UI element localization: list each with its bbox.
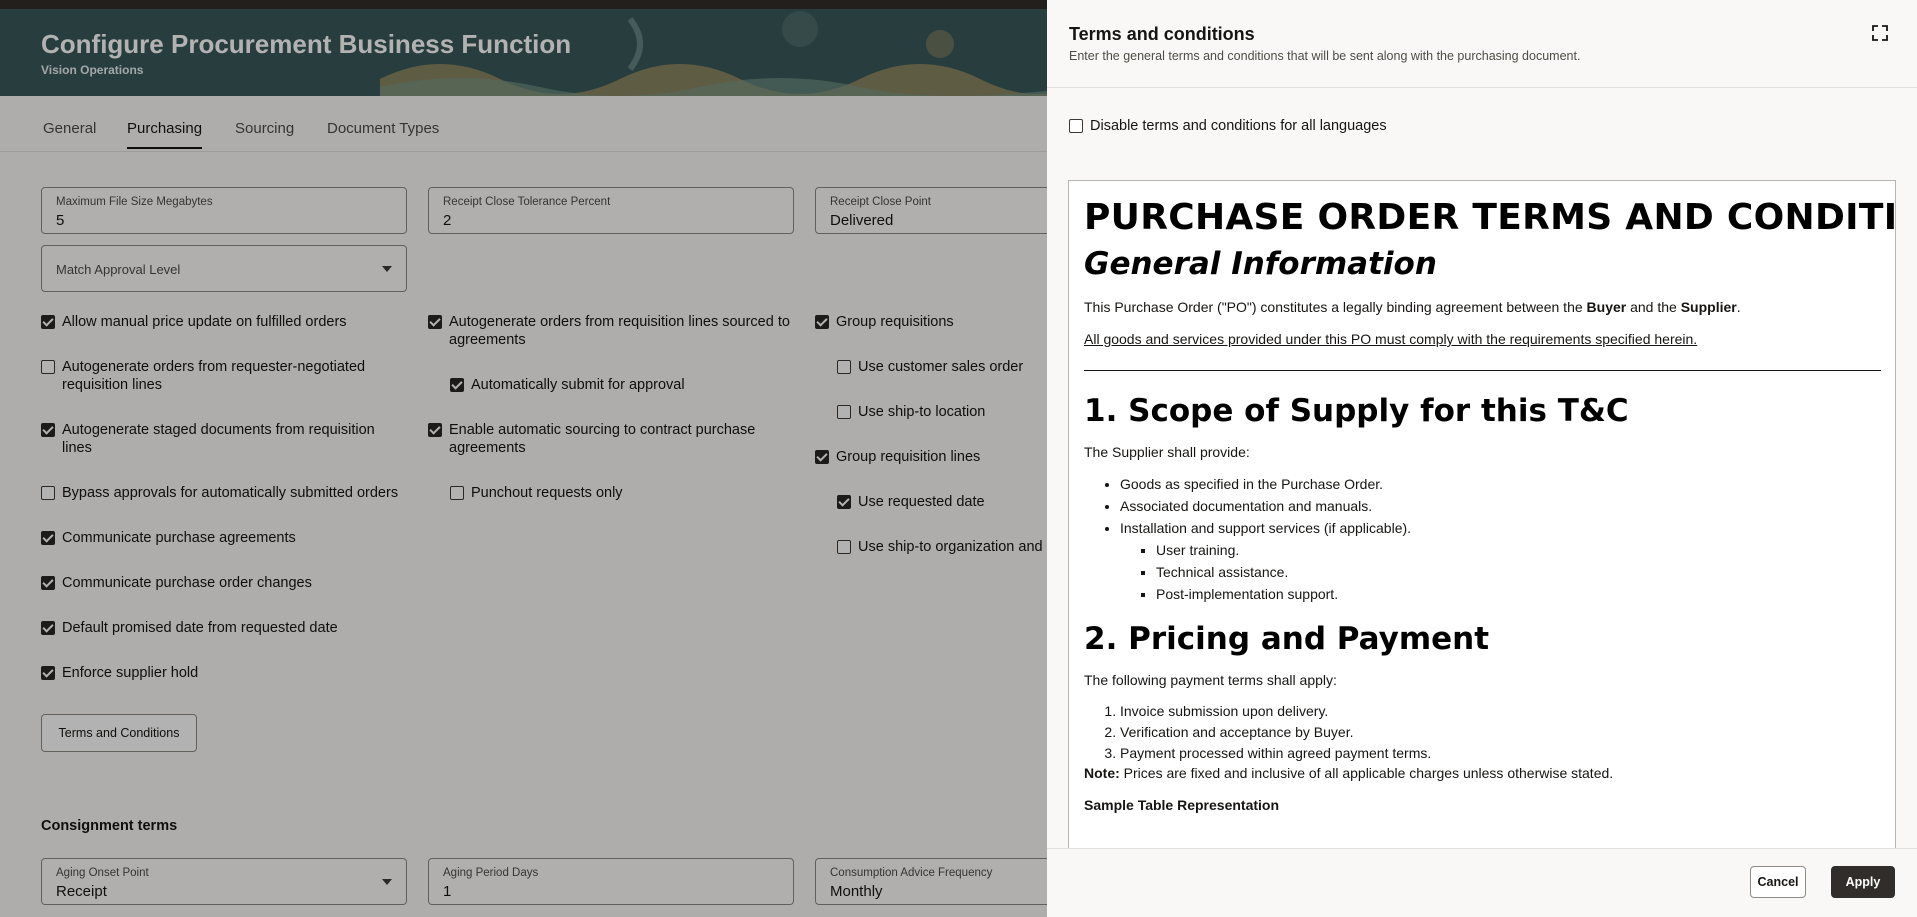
payment-steps-list: Invoice submission upon delivery. Verifi… bbox=[1120, 701, 1884, 764]
section-1-intro: The Supplier shall provide: bbox=[1084, 444, 1250, 460]
note-text: Prices are fixed and inclusive of all ap… bbox=[1119, 765, 1614, 781]
general-information-heading: General Information bbox=[1084, 246, 1437, 282]
list-item: Invoice submission upon delivery. bbox=[1120, 701, 1884, 722]
intro-text: . bbox=[1736, 299, 1741, 315]
intro-text: This Purchase Order ("PO") constitutes a… bbox=[1084, 299, 1587, 315]
compliance-paragraph: All goods and services provided under th… bbox=[1084, 331, 1698, 347]
disable-terms-checkbox[interactable]: Disable terms and conditions for all lan… bbox=[1069, 117, 1469, 135]
drawer-subtitle: Enter the general terms and conditions t… bbox=[1069, 49, 1581, 63]
checkbox-box[interactable] bbox=[1069, 119, 1083, 133]
horizontal-rule bbox=[1084, 370, 1881, 371]
support-list: User training. Technical assistance. Pos… bbox=[1156, 539, 1884, 605]
checkbox-label: Disable terms and conditions for all lan… bbox=[1090, 118, 1387, 134]
note-label: Note: bbox=[1084, 765, 1120, 781]
list-item-text: Installation and support services (if ap… bbox=[1120, 520, 1412, 536]
buyer-text: Buyer bbox=[1586, 299, 1627, 315]
supplier-text: Supplier bbox=[1680, 299, 1737, 315]
list-item: Goods as specified in the Purchase Order… bbox=[1120, 473, 1884, 495]
terms-drawer: Terms and conditions Enter the general t… bbox=[1047, 0, 1917, 917]
note-paragraph: Note: Prices are fixed and inclusive of … bbox=[1084, 764, 1884, 782]
header-divider bbox=[1047, 87, 1917, 88]
footer-divider bbox=[1047, 848, 1917, 849]
list-item: Verification and acceptance by Buyer. bbox=[1120, 722, 1884, 743]
list-item: Installation and support services (if ap… bbox=[1120, 517, 1884, 605]
cancel-button[interactable]: Cancel bbox=[1750, 866, 1806, 898]
list-item: User training. bbox=[1156, 539, 1884, 561]
terms-rich-text-editor[interactable]: PURCHASE ORDER TERMS AND CONDITIONS Gene… bbox=[1068, 180, 1896, 849]
drawer-title: Terms and conditions bbox=[1069, 24, 1255, 44]
apply-button[interactable]: Apply bbox=[1831, 866, 1895, 898]
list-item: Associated documentation and manuals. bbox=[1120, 495, 1884, 517]
editor-content: PURCHASE ORDER TERMS AND CONDITIONS Gene… bbox=[1084, 197, 1896, 814]
expand-icon[interactable] bbox=[1871, 24, 1889, 42]
list-item: Payment processed within agreed payment … bbox=[1120, 743, 1884, 764]
list-item: Technical assistance. bbox=[1156, 561, 1884, 583]
supply-list: Goods as specified in the Purchase Order… bbox=[1120, 473, 1884, 605]
sample-table-heading: Sample Table Representation bbox=[1084, 797, 1280, 813]
section-2-intro: The following payment terms shall apply: bbox=[1084, 672, 1337, 688]
document-heading: PURCHASE ORDER TERMS AND CONDITIONS bbox=[1084, 197, 1896, 238]
section-1-heading: 1. Scope of Supply for this T&C bbox=[1084, 393, 1629, 429]
intro-text: and the bbox=[1626, 299, 1681, 315]
intro-paragraph: This Purchase Order ("PO") constitutes a… bbox=[1084, 298, 1884, 316]
list-item: Post-implementation support. bbox=[1156, 583, 1884, 605]
section-2-heading: 2. Pricing and Payment bbox=[1084, 621, 1490, 657]
